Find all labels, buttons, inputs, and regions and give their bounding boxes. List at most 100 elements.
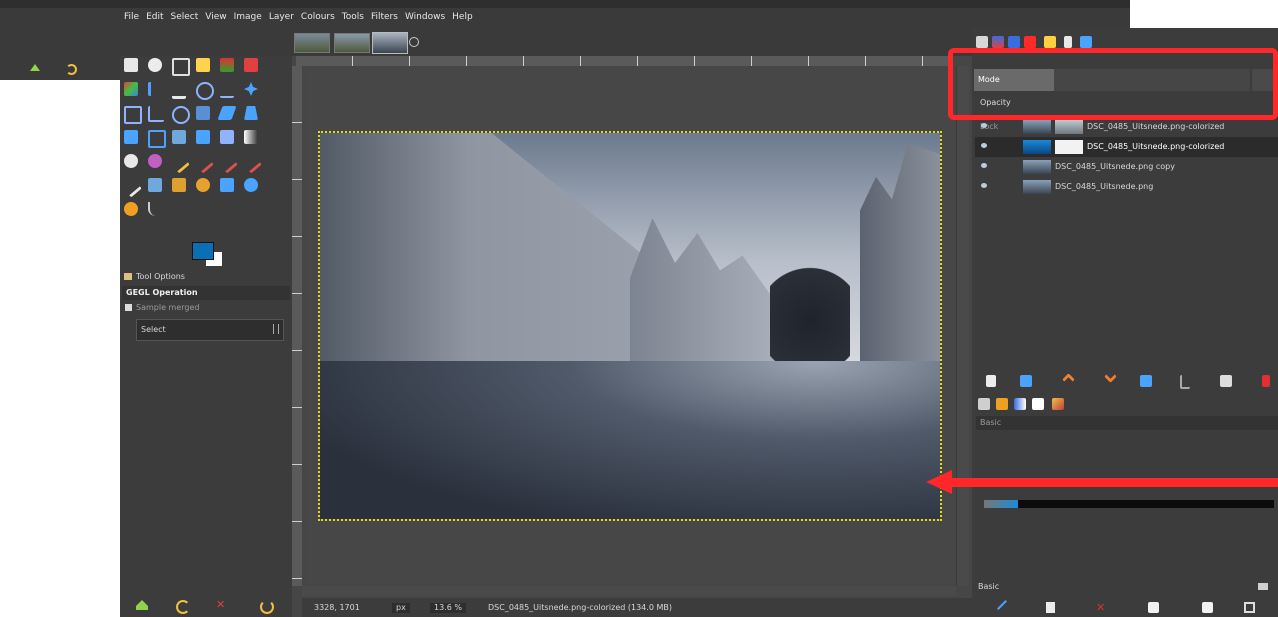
brushes-icon[interactable] xyxy=(978,398,990,410)
move-tool-icon[interactable] xyxy=(244,82,258,96)
new-brush-icon[interactable] xyxy=(1046,602,1055,613)
lower-layer-icon[interactable] xyxy=(1104,370,1117,383)
visibility-eye-icon[interactable] xyxy=(981,143,987,148)
palette-tab-icon[interactable] xyxy=(1044,36,1056,48)
delete-brush-icon[interactable]: ✕ xyxy=(1096,602,1105,613)
delete-options-icon[interactable]: ✕ xyxy=(216,599,226,610)
add-icon[interactable] xyxy=(1202,602,1213,613)
blur-tool-icon[interactable] xyxy=(196,178,210,192)
layer-row-selected[interactable]: DSC_0485_Uitsnede.png-colorized xyxy=(975,137,1278,157)
layer-mask-icon[interactable] xyxy=(1220,375,1232,387)
free-select-tool-icon[interactable] xyxy=(172,58,190,76)
image-tab-2[interactable] xyxy=(334,33,370,53)
new-layer-icon[interactable] xyxy=(986,375,996,387)
new-layer-group-icon[interactable] xyxy=(1020,375,1032,387)
color-tab-icon[interactable] xyxy=(1024,36,1036,48)
restore-options-icon[interactable] xyxy=(176,600,190,614)
menu-edit[interactable]: Edit xyxy=(146,12,163,22)
patterns-tab-icon[interactable] xyxy=(992,36,1004,48)
layer-row[interactable]: DSC_0485_Uitsnede.png copy xyxy=(975,157,1278,177)
paths-tool-icon[interactable] xyxy=(148,82,165,96)
menu-filters[interactable]: Filters xyxy=(371,12,398,22)
bucket-fill-tool-icon[interactable] xyxy=(220,130,234,144)
zoom-tool-icon[interactable] xyxy=(196,82,214,100)
anchor-layer-icon[interactable] xyxy=(1180,375,1190,389)
flip-tool-icon[interactable] xyxy=(124,130,138,144)
ellipse-select-tool-icon[interactable] xyxy=(148,58,162,72)
reset-options-icon[interactable] xyxy=(260,600,274,614)
eject-icon[interactable] xyxy=(30,64,40,71)
scale-tool-icon[interactable] xyxy=(196,106,210,120)
image-canvas[interactable] xyxy=(318,131,942,521)
rotate-tool-icon[interactable] xyxy=(172,106,190,124)
canvas-vertical-scrollbar[interactable] xyxy=(956,66,969,586)
shear-tool-icon[interactable] xyxy=(217,106,237,120)
menu-image[interactable]: Image xyxy=(234,12,262,22)
align-tool-icon[interactable] xyxy=(124,106,142,124)
scissors-tool-icon[interactable] xyxy=(244,58,258,72)
foreground-select-tool-icon[interactable] xyxy=(124,82,138,96)
heal-tool-icon[interactable] xyxy=(148,178,162,192)
measure-tool-icon[interactable] xyxy=(220,82,234,98)
smudge-tool-icon[interactable] xyxy=(220,178,234,192)
layer-row[interactable]: DSC_0485_Uitsnede.png xyxy=(975,177,1278,197)
raise-layer-icon[interactable] xyxy=(1062,373,1075,386)
visibility-eye-icon[interactable] xyxy=(981,163,987,168)
operation-select[interactable]: Select xyxy=(136,319,284,341)
zoom-select[interactable]: 13.6 % xyxy=(430,603,466,613)
blend-tool-icon[interactable] xyxy=(244,130,258,144)
crop-tool-icon[interactable] xyxy=(148,106,164,122)
perspective-tool-icon[interactable] xyxy=(244,106,258,120)
menu-colours[interactable]: Colours xyxy=(301,12,335,22)
perspective-clone-tool-icon[interactable] xyxy=(172,178,186,192)
menu-tools[interactable]: Tools xyxy=(342,12,364,22)
menu-windows[interactable]: Windows xyxy=(405,12,445,22)
dock-footer-handle-icon[interactable] xyxy=(1258,583,1268,590)
patterns-icon[interactable] xyxy=(996,398,1008,410)
cage-tool-icon[interactable] xyxy=(148,130,166,148)
unit-select[interactable]: px xyxy=(392,603,410,613)
menu-layer[interactable]: Layer xyxy=(269,12,294,22)
sample-merged-row[interactable]: Sample merged xyxy=(124,302,290,314)
document-tab-icon[interactable] xyxy=(1064,36,1072,48)
eraser-tool-icon[interactable] xyxy=(168,151,190,174)
brush-preview-strip[interactable] xyxy=(984,500,1274,508)
foreground-color-swatch[interactable] xyxy=(192,242,214,260)
brushes-tab-icon[interactable] xyxy=(976,36,988,48)
menu-select[interactable]: Select xyxy=(171,12,199,22)
dodge-burn-tool-icon[interactable] xyxy=(244,178,258,192)
histogram-tab-icon[interactable] xyxy=(1080,36,1092,48)
layer-row[interactable]: DSC_0485_Uitsnede.png-colorized xyxy=(975,117,1278,137)
brushes-filter[interactable]: Basic xyxy=(976,416,1278,430)
gegl-tool-icon[interactable] xyxy=(124,202,138,216)
duplicate-layer-icon[interactable] xyxy=(1140,375,1152,387)
paintbrush-tool-icon[interactable] xyxy=(148,154,162,168)
image-tab-3[interactable] xyxy=(372,32,408,54)
configure-icon[interactable] xyxy=(1244,602,1255,613)
ink-tool-icon[interactable] xyxy=(216,151,238,174)
warp-tool-icon[interactable] xyxy=(172,130,186,144)
undo-icon[interactable] xyxy=(66,64,77,75)
visibility-eye-icon[interactable] xyxy=(981,123,987,128)
text-tool-icon[interactable] xyxy=(196,130,210,144)
menu-help[interactable]: Help xyxy=(452,12,473,22)
remove-icon[interactable] xyxy=(1148,602,1159,613)
delete-layer-icon[interactable] xyxy=(1262,375,1270,387)
tool-options-tab[interactable]: Tool Options xyxy=(122,270,290,284)
fonts-tab-icon[interactable] xyxy=(1008,36,1020,48)
color-select-tool-icon[interactable] xyxy=(220,58,234,72)
document-icon[interactable] xyxy=(1032,398,1044,410)
sample-merged-checkbox[interactable] xyxy=(125,304,132,311)
image-tab-1[interactable] xyxy=(294,33,330,53)
clone-tool-icon[interactable] xyxy=(120,175,142,198)
menu-view[interactable]: View xyxy=(205,12,226,22)
airbrush-tool-icon[interactable] xyxy=(192,151,214,174)
mypaint-brush-tool-icon[interactable] xyxy=(240,151,262,174)
color-picker-tool-icon[interactable] xyxy=(172,82,186,99)
fuzzy-select-tool-icon[interactable] xyxy=(196,58,210,72)
gradients-icon[interactable] xyxy=(1014,398,1026,410)
close-tab-icon[interactable] xyxy=(409,37,419,47)
pencil-tool-icon[interactable] xyxy=(124,154,138,168)
rect-select-tool-icon[interactable] xyxy=(124,58,138,72)
visibility-eye-icon[interactable] xyxy=(981,183,987,188)
